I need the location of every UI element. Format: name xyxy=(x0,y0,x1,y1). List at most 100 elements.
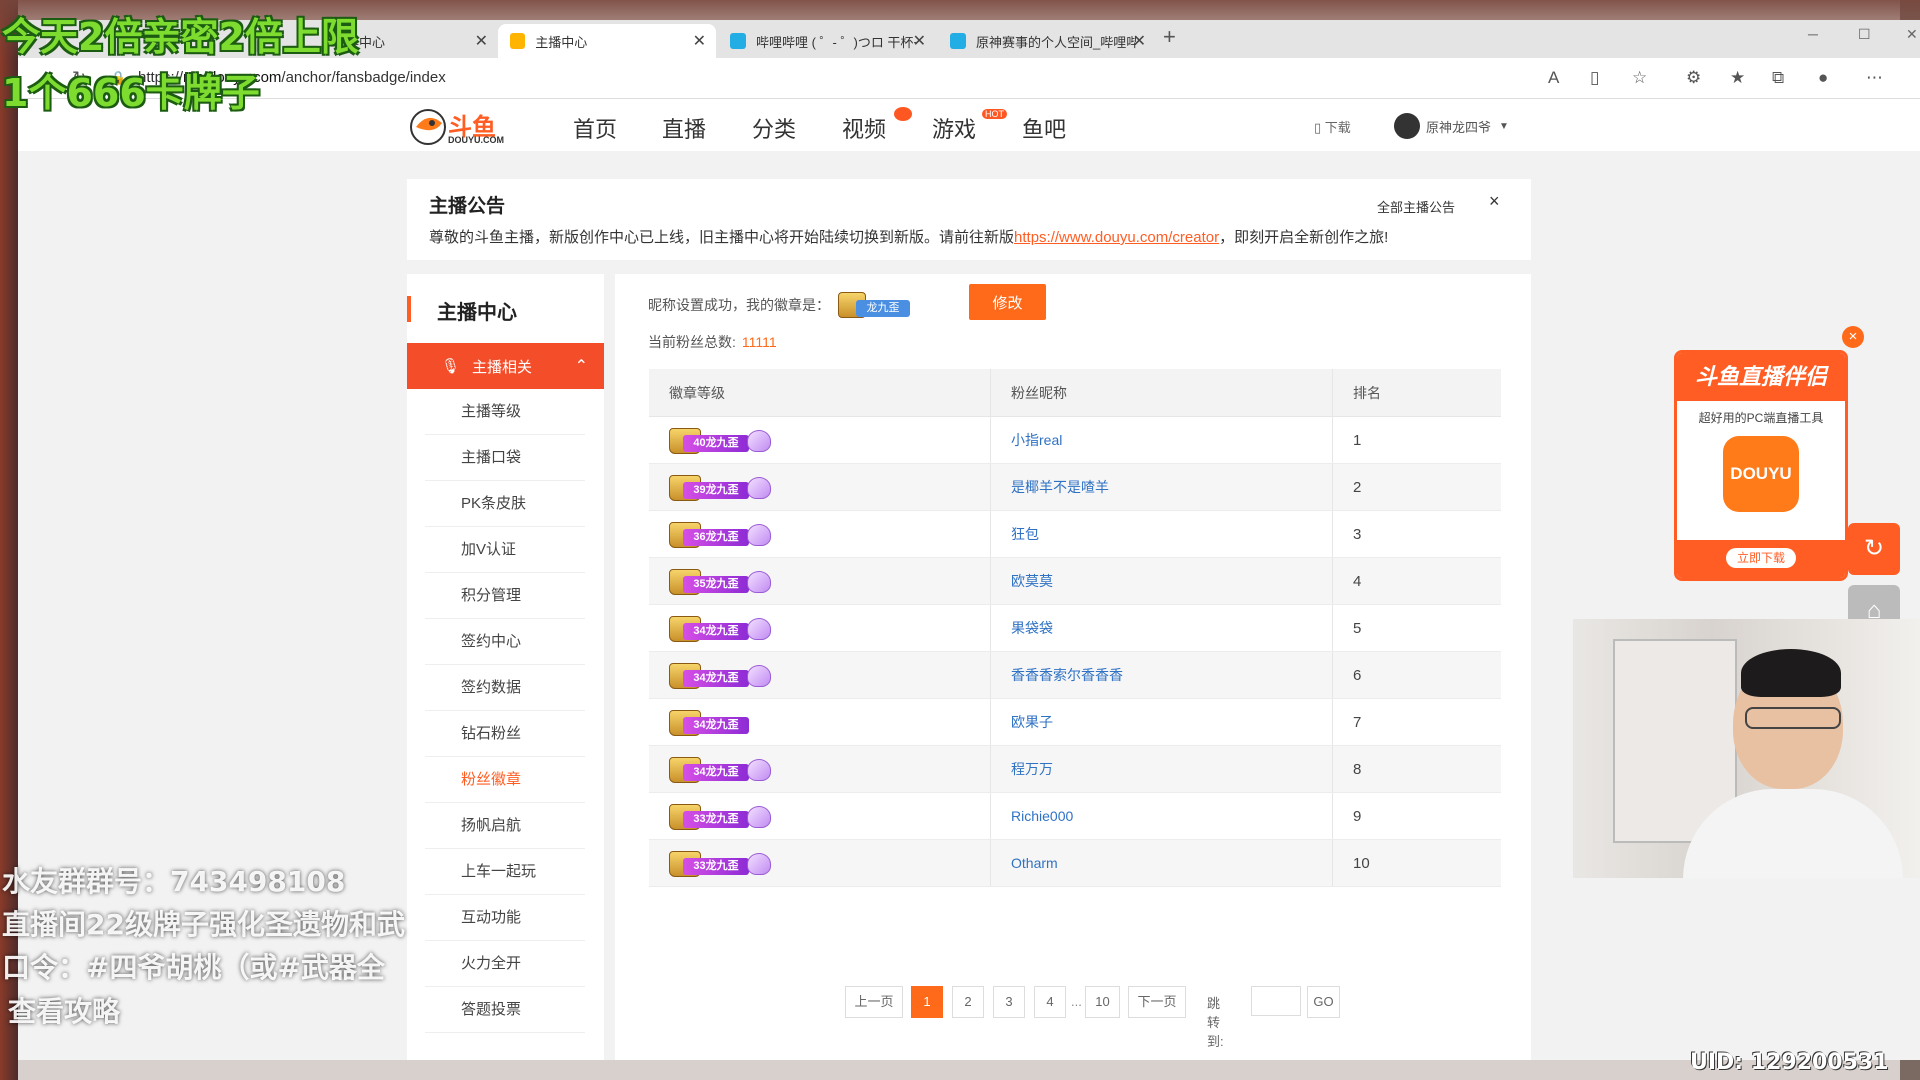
fan-badge-name: 龙九歪 xyxy=(705,437,739,449)
diamond-icon xyxy=(747,806,771,828)
my-badge: 龙九歪 xyxy=(838,292,910,318)
tab-bilibili[interactable]: 哔哩哔哩 ( ゜- ゜)つロ 干杯~-bilib ✕ xyxy=(718,24,936,58)
fan-badge-name: 龙九歪 xyxy=(705,813,739,825)
close-tab-icon[interactable]: ✕ xyxy=(475,31,488,51)
sidebar-item-v-verify[interactable]: 加V认证 xyxy=(425,527,585,573)
fan-rank: 8 xyxy=(1332,745,1501,793)
fan-badge-level: 34 xyxy=(693,766,706,778)
sidebar-item-pk-skin[interactable]: PK条皮肤 xyxy=(425,481,585,527)
promo-subtitle: 超好用的PC端直播工具 xyxy=(1698,411,1824,425)
maximize-icon[interactable]: ☐ xyxy=(1858,26,1871,43)
fan-nickname[interactable]: 果袋袋 xyxy=(990,604,1333,652)
jump-page-input[interactable] xyxy=(1251,986,1301,1016)
page-3-button[interactable]: 3 xyxy=(993,986,1025,1018)
fan-nickname[interactable]: 欧莫莫 xyxy=(990,557,1333,605)
announcement-text-after: ，即刻开启全新创作之旅! xyxy=(1219,229,1389,246)
go-button[interactable]: GO xyxy=(1307,986,1340,1018)
profile-icon[interactable]: ● xyxy=(1818,68,1828,88)
table-row: 34龙九歪 果袋袋 5 xyxy=(649,604,1501,652)
overlay-promo-line2: 1个666卡牌子 xyxy=(2,71,260,115)
sidebar-group-anchor[interactable]: 🎙 主播相关 ⌃ xyxy=(407,343,604,389)
close-tab-icon[interactable]: ✕ xyxy=(693,31,706,51)
close-tab-icon[interactable]: ✕ xyxy=(913,31,926,51)
nav-game[interactable]: 游戏 xyxy=(932,112,976,144)
close-icon[interactable]: × xyxy=(1489,191,1500,212)
replay-icon[interactable]: ↻ xyxy=(1848,523,1900,575)
fan-nickname[interactable]: 小指real xyxy=(990,416,1333,464)
next-page-button[interactable]: 下一页 xyxy=(1128,986,1186,1018)
sidebar-item-anchor-pocket[interactable]: 主播口袋 xyxy=(425,435,585,481)
fan-nickname[interactable]: 是椰羊不是喳羊 xyxy=(990,463,1333,511)
tab-genshin-space[interactable]: 原神赛事的个人空间_哔哩哔哩_b ✕ xyxy=(938,24,1156,58)
sidebar-item-contract-center[interactable]: 签约中心 xyxy=(425,619,585,665)
fan-badge-level: 34 xyxy=(693,719,706,731)
fan-badge-level: 33 xyxy=(693,813,706,825)
sidebar-item-full-fire[interactable]: 火力全开 xyxy=(425,941,585,987)
fan-nickname[interactable]: 狂包 xyxy=(990,510,1333,558)
sidebar-item-quiz-vote[interactable]: 答题投票 xyxy=(425,987,585,1033)
favorites-icon[interactable]: ★ xyxy=(1730,68,1745,88)
sidebar-item-set-sail[interactable]: 扬帆启航 xyxy=(425,803,585,849)
nav-yuba[interactable]: 鱼吧 xyxy=(1022,112,1066,144)
col-badge-level[interactable]: 徽章等级 xyxy=(649,369,991,417)
extensions-icon[interactable]: ⚙ xyxy=(1686,68,1701,88)
username: 原神龙四爷 xyxy=(1426,119,1492,135)
fan-badge-name: 龙九歪 xyxy=(705,484,739,496)
sidebar-item-anchor-level[interactable]: 主播等级 xyxy=(425,389,585,435)
minimize-icon[interactable]: ─ xyxy=(1808,26,1818,42)
prev-page-button[interactable]: 上一页 xyxy=(845,986,903,1018)
address-bar: ← ↻ 🔒 https://mp.douyu.com/anchor/fansba… xyxy=(18,58,1920,99)
collections-icon[interactable]: ⧉ xyxy=(1772,68,1784,88)
download-link[interactable]: ▯ 下载 xyxy=(1314,117,1351,136)
fan-nickname[interactable]: 程万万 xyxy=(990,745,1333,793)
sidebar-item-contract-data[interactable]: 签约数据 xyxy=(425,665,585,711)
creator-link[interactable]: https://www.douyu.com/creator xyxy=(1014,229,1219,246)
overlay-tip-line2: 口令：#四爷胡桃（或#武器全 xyxy=(2,951,385,984)
menu-icon[interactable]: ⋯ xyxy=(1866,68,1883,88)
col-fan-nickname[interactable]: 粉丝昵称 xyxy=(990,369,1333,417)
tab-anchor-center[interactable]: 主播中心 ✕ xyxy=(498,24,716,58)
fan-total-value: 11111 xyxy=(741,334,777,350)
sidebar-item-diamond-fans[interactable]: 钻石粉丝 xyxy=(425,711,585,757)
bilibili-favicon-icon xyxy=(730,33,746,49)
fan-nickname[interactable]: Otharm xyxy=(990,839,1333,887)
new-tab-icon[interactable]: + xyxy=(1163,24,1176,50)
fan-nickname[interactable]: 欧果子 xyxy=(990,698,1333,746)
sidebar-item-fan-badge[interactable]: 粉丝徽章 xyxy=(425,757,585,803)
reader-view-icon[interactable]: ▯ xyxy=(1590,68,1599,88)
jump-label: 跳转到: xyxy=(1207,996,1224,1049)
all-announcements-link[interactable]: 全部主播公告 xyxy=(1377,197,1455,216)
close-tab-icon[interactable]: ✕ xyxy=(1133,31,1146,51)
douyu-logo[interactable]: 斗鱼 DOUYU.COM xyxy=(408,105,518,149)
read-aloud-icon[interactable]: A xyxy=(1548,68,1559,88)
nav-category[interactable]: 分类 xyxy=(752,112,796,144)
promo-download-button[interactable]: 立即下载 xyxy=(1677,540,1845,578)
fan-nickname[interactable]: 香香香索尔香香香 xyxy=(990,651,1333,699)
sidebar-item-interaction[interactable]: 互动功能 xyxy=(425,895,585,941)
live-companion-promo[interactable]: 斗鱼直播伴侣 超好用的PC端直播工具 DOUYU 立即下载 xyxy=(1674,350,1848,581)
fan-rank: 4 xyxy=(1332,557,1501,605)
nav-live[interactable]: 直播 xyxy=(662,112,706,144)
page-1-button[interactable]: 1 xyxy=(911,986,943,1018)
page-4-button[interactable]: 4 xyxy=(1034,986,1066,1018)
page-2-button[interactable]: 2 xyxy=(952,986,984,1018)
page-10-button[interactable]: 10 xyxy=(1085,986,1120,1018)
fan-badge-label: 33龙九歪 xyxy=(683,858,749,875)
modify-button[interactable]: 修改 xyxy=(969,284,1046,320)
fan-badge-panel: 昵称设置成功，我的徽章是： 龙九歪 修改 当前粉丝总数: 11111 徽章等级 粉… xyxy=(615,274,1531,1060)
fan-badge-level: 34 xyxy=(693,625,706,637)
sidebar-item-play-together[interactable]: 上车一起玩 xyxy=(425,849,585,895)
announcement-text: 尊敬的斗鱼主播，新版创作中心已上线，旧主播中心将开始陆续切换到新版。请前往新版h… xyxy=(429,226,1388,247)
nav-home[interactable]: 首页 xyxy=(573,112,617,144)
nav-video[interactable]: 视频 xyxy=(842,112,886,144)
fan-nickname[interactable]: Richie000 xyxy=(990,792,1333,840)
col-rank[interactable]: 排名 xyxy=(1332,369,1501,417)
promo-close-icon[interactable]: × xyxy=(1842,326,1864,348)
overlay-tip-line1: 直播间22级牌子强化圣遗物和武 xyxy=(2,908,405,941)
add-favorite-icon[interactable]: ☆ xyxy=(1632,68,1647,88)
sidebar-item-points[interactable]: 积分管理 xyxy=(425,573,585,619)
user-menu[interactable]: 原神龙四爷 ▼ xyxy=(1394,113,1509,139)
bilibili-favicon-icon xyxy=(950,33,966,49)
close-window-icon[interactable]: ✕ xyxy=(1906,26,1918,43)
fan-badge-name: 龙九歪 xyxy=(705,625,739,637)
